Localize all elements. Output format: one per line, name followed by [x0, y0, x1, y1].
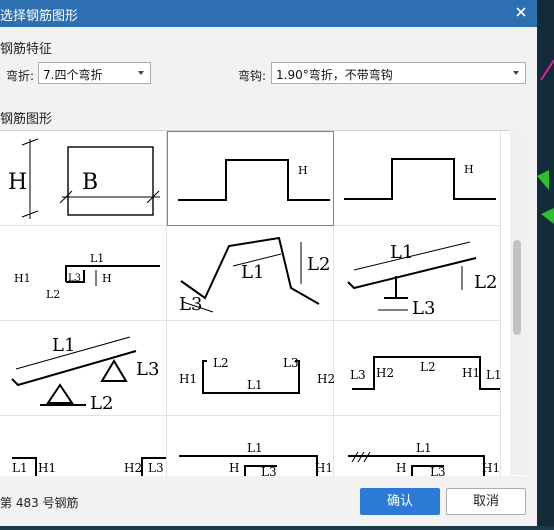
confirm-button[interactable]: 确认	[360, 488, 440, 515]
rebar-shape-cell[interactable]: L1 H L3 H1	[334, 416, 501, 476]
dim-label: H1	[14, 272, 31, 285]
rebar-shape-cell-selected[interactable]: H	[167, 131, 334, 226]
chevron-down-icon	[513, 71, 519, 75]
dim-label: L3	[430, 465, 446, 476]
feature-section-title: 钢筋特征	[0, 42, 53, 57]
dim-label: H	[396, 461, 406, 475]
background-graphic-icon	[537, 59, 554, 224]
dim-label: L2	[420, 360, 436, 374]
rebar-number-text: 第 483 号钢筋	[0, 496, 79, 510]
dim-label: L3	[283, 356, 299, 370]
scrollbar-thumb[interactable]	[513, 240, 521, 335]
close-icon[interactable]	[513, 4, 529, 20]
dim-label: L1	[12, 461, 28, 475]
dim-label: H1	[315, 461, 333, 475]
rebar-shape-cell[interactable]: L1 L2 L3	[0, 321, 167, 416]
rebar-shape-cell[interactable]: H B	[0, 131, 167, 226]
rebar-shape-cell[interactable]: L3 L1 L2	[167, 226, 334, 321]
dim-label: B	[82, 170, 98, 195]
dim-label: L2	[46, 288, 60, 301]
dialog-title: 选择钢筋图形	[0, 9, 79, 24]
dim-label: L2	[474, 272, 497, 293]
dim-label: L3	[350, 368, 366, 382]
dim-label: H2	[124, 461, 142, 475]
hook-select-value: 1.90°弯折，不带弯钩	[276, 68, 393, 82]
rebar-shape-cell[interactable]: H1 L1 L2 L3 H	[0, 226, 167, 321]
dim-label: H	[298, 164, 308, 177]
dim-label: L2	[90, 393, 113, 414]
dim-label: L2	[307, 254, 330, 275]
dim-label: L1	[416, 441, 432, 455]
hook-select[interactable]: 1.90°弯折，不带弯钩	[271, 62, 526, 84]
bend-select[interactable]: 7.四个弯折	[38, 62, 151, 84]
dim-label: L2	[213, 356, 229, 370]
dim-label: H1	[38, 461, 56, 475]
dim-label: L1	[90, 252, 104, 265]
dim-label: H	[8, 170, 27, 195]
rebar-shape-cell[interactable]: L3 H2 L2 H1 L1	[334, 321, 501, 416]
dim-label: H1	[482, 461, 500, 475]
rebar-shape-cell[interactable]: L1 H1 H2 L3	[0, 416, 167, 476]
dim-label: H2	[376, 366, 394, 380]
dim-label: L3	[179, 294, 202, 315]
grid-scrollbar[interactable]	[510, 130, 527, 475]
dim-label: L3	[261, 465, 277, 476]
dim-label: H	[464, 163, 474, 176]
dim-label: H2	[317, 372, 334, 386]
cancel-button[interactable]: 取消	[446, 488, 526, 515]
dim-label: L3	[148, 461, 164, 475]
dim-label: L1	[52, 335, 75, 356]
dim-label: L1	[390, 242, 413, 263]
rebar-shape-grid: H B H H H1 L1 L2 L3 H L3 L1 L2 L1 L2 L3 …	[0, 130, 527, 476]
dim-label: H	[229, 461, 239, 475]
dim-label: L3	[68, 273, 81, 284]
rebar-shape-cell[interactable]: H1 L2 L3 L1 H2	[167, 321, 334, 416]
dim-label: L1	[486, 368, 501, 382]
dim-label: L1	[241, 262, 264, 283]
background-window	[537, 0, 554, 526]
dim-label: H	[102, 272, 112, 285]
title-bar: 选择钢筋图形	[0, 0, 537, 27]
select-rebar-shape-dialog: 选择钢筋图形 钢筋特征 弯折: 7.四个弯折 弯钩: 1.90°弯折，不带弯钩 …	[0, 0, 537, 526]
hook-label: 弯钩:	[238, 69, 267, 83]
rebar-shape-cell[interactable]: L1 H L3 H1	[167, 416, 334, 476]
rebar-shape-cell[interactable]: H	[334, 131, 501, 226]
dim-label: L3	[412, 298, 435, 319]
chevron-down-icon	[138, 71, 144, 75]
dim-label: H1	[462, 366, 480, 380]
dim-label: H1	[179, 372, 197, 386]
rebar-shape-cell[interactable]: L1 L2 L3	[334, 226, 501, 321]
dim-label: L1	[247, 378, 263, 392]
dim-label: L3	[136, 359, 159, 380]
bend-label: 弯折:	[6, 69, 35, 83]
shape-section-title: 钢筋图形	[0, 112, 53, 127]
dim-label: L1	[247, 441, 263, 455]
bend-select-value: 7.四个弯折	[43, 68, 103, 82]
